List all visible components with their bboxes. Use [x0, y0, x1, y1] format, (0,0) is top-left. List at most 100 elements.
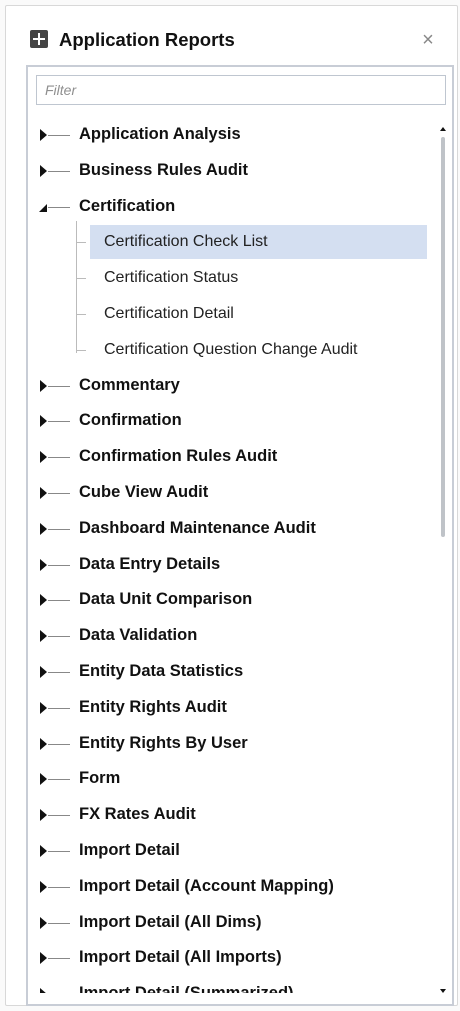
expand-arrow-icon[interactable]	[40, 558, 47, 571]
tree-connector	[48, 421, 70, 423]
tree-connector	[76, 278, 86, 280]
tree-child-label: Certification Status	[104, 269, 239, 287]
tree-node-label: Data Validation	[79, 626, 198, 645]
tree-node-label: Business Rules Audit	[79, 160, 249, 179]
tree-node-label: Import Detail (All Dims)	[79, 912, 262, 931]
tree-child-node[interactable]: Certification Detail	[76, 297, 427, 331]
panel-title: Application Reports	[59, 29, 235, 50]
tree-connector	[48, 206, 70, 208]
expand-arrow-icon[interactable]	[40, 666, 47, 678]
scroll-up-icon[interactable]	[440, 127, 446, 131]
expand-arrow-icon[interactable]	[40, 701, 47, 714]
expand-arrow-icon[interactable]	[40, 845, 47, 857]
tree-connector	[48, 922, 70, 924]
tree-node-label: Entity Rights Audit	[79, 697, 227, 716]
tree-node[interactable]: Data Unit Comparison	[32, 585, 432, 615]
tree-connector	[48, 636, 70, 638]
tree-node[interactable]: Application Analysis	[32, 120, 432, 150]
tree-connector	[48, 600, 70, 602]
tree-child-label: Certification Check List	[104, 233, 268, 251]
tree-connector	[48, 135, 70, 136]
expand-arrow-icon[interactable]	[40, 880, 47, 893]
tree-node-label: Data Entry Details	[79, 554, 221, 573]
tree-node-label: Confirmation	[79, 411, 182, 430]
tree-node[interactable]: Dashboard Maintenance Audit	[32, 514, 432, 544]
tree-child-node[interactable]: Certification Question Change Audit	[76, 333, 427, 367]
tree-connector	[48, 779, 70, 781]
scroll-thumb[interactable]	[441, 137, 445, 537]
application-reports-panel: Application Reports × Application Analys…	[5, 5, 458, 1006]
tree-node[interactable]: Data Validation	[32, 621, 432, 651]
filter-input[interactable]	[36, 75, 446, 105]
tree-node[interactable]: Import Detail	[32, 836, 432, 866]
expand-arrow-icon[interactable]	[40, 487, 47, 499]
expand-arrow-icon[interactable]	[40, 129, 47, 141]
scroll-down-icon[interactable]	[440, 989, 446, 993]
tree-node-label: Certification	[79, 196, 176, 215]
tree-node[interactable]: Import Detail (Account Mapping)	[32, 872, 432, 902]
tree-connector	[48, 815, 70, 817]
tree-child-label: Certification Question Change Audit	[104, 340, 358, 358]
tree-node[interactable]: Business Rules Audit	[32, 156, 432, 186]
tree-node-label: Entity Data Statistics	[79, 662, 244, 680]
expand-arrow-icon[interactable]	[40, 952, 47, 965]
expand-arrow-icon[interactable]	[40, 737, 47, 750]
tree-node-label: Import Detail (Summarized)	[79, 984, 294, 993]
tree-node-label: Import Detail (Account Mapping)	[79, 876, 334, 895]
report-tree: Application Analysis Business Rules Audit…	[32, 120, 442, 993]
tree-node-label: Confirmation Rules Audit	[79, 447, 278, 466]
tree-connector	[48, 672, 70, 673]
expand-arrow-icon[interactable]	[40, 809, 47, 822]
tree-connector	[48, 707, 70, 709]
tree-node[interactable]: Confirmation Rules Audit	[32, 442, 432, 472]
grid-plus-icon	[30, 30, 48, 48]
tree-node-label: FX Rates Audit	[79, 805, 196, 824]
expand-arrow-icon[interactable]	[40, 773, 47, 786]
tree-node-label: Form	[79, 769, 121, 788]
tree-child-node[interactable]: Certification Check List	[76, 225, 427, 260]
tree-connector	[48, 886, 70, 888]
tree-connector	[48, 170, 70, 172]
tree-node[interactable]: Entity Rights By User	[32, 729, 432, 759]
tree-connector	[76, 349, 86, 351]
collapse-arrow-icon[interactable]	[39, 203, 47, 212]
tree-node[interactable]: Import Detail (Summarized)	[32, 979, 432, 993]
tree-node[interactable]: Entity Data Statistics	[32, 657, 432, 687]
tree-node[interactable]: Import Detail (All Imports)	[32, 943, 432, 973]
vertical-scrollbar[interactable]	[438, 125, 448, 995]
tree-node[interactable]: Data Entry Details	[32, 550, 432, 580]
tree-child-node[interactable]: Certification Status	[76, 261, 427, 295]
tree-node-label: Import Detail (All Imports)	[79, 948, 282, 967]
expand-arrow-icon[interactable]	[40, 451, 47, 464]
tree-node[interactable]: Import Detail (All Dims)	[32, 908, 432, 938]
expand-arrow-icon[interactable]	[40, 630, 47, 643]
close-icon[interactable]: ×	[418, 30, 438, 50]
tree-node[interactable]: Form	[32, 764, 432, 794]
expand-arrow-icon[interactable]	[40, 916, 47, 929]
expand-arrow-icon[interactable]	[40, 988, 47, 993]
tree-node[interactable]: Cube View Audit	[32, 478, 432, 508]
tree-node[interactable]: Commentary	[32, 371, 432, 401]
tree-node-label: Cube View Audit	[79, 483, 209, 501]
expand-arrow-icon[interactable]	[40, 594, 47, 607]
report-tree-container: Application Analysis Business Rules Audit…	[26, 65, 454, 1006]
expand-arrow-icon[interactable]	[40, 415, 47, 428]
tree-node-label: Application Analysis	[79, 125, 241, 143]
tree-node[interactable]: FX Rates Audit	[32, 800, 432, 830]
tree-node-label: Data Unit Comparison	[79, 590, 253, 609]
tree-connector	[76, 242, 86, 244]
expand-arrow-icon[interactable]	[40, 164, 47, 177]
tree-connector	[48, 385, 70, 387]
tree-connector	[48, 958, 70, 960]
expand-arrow-icon[interactable]	[40, 379, 47, 392]
tree-node[interactable]: Entity Rights Audit	[32, 693, 432, 723]
tree-connector	[48, 528, 70, 530]
panel-header: Application Reports ×	[24, 26, 443, 56]
tree-connector	[76, 314, 86, 315]
tree-vertical-guide	[76, 221, 77, 353]
tree-child-label: Certification Detail	[104, 305, 234, 322]
expand-arrow-icon[interactable]	[40, 522, 47, 535]
tree-node[interactable]: Certification	[32, 192, 432, 222]
tree-node-label: Import Detail	[79, 841, 180, 859]
tree-node[interactable]: Confirmation	[32, 406, 432, 436]
